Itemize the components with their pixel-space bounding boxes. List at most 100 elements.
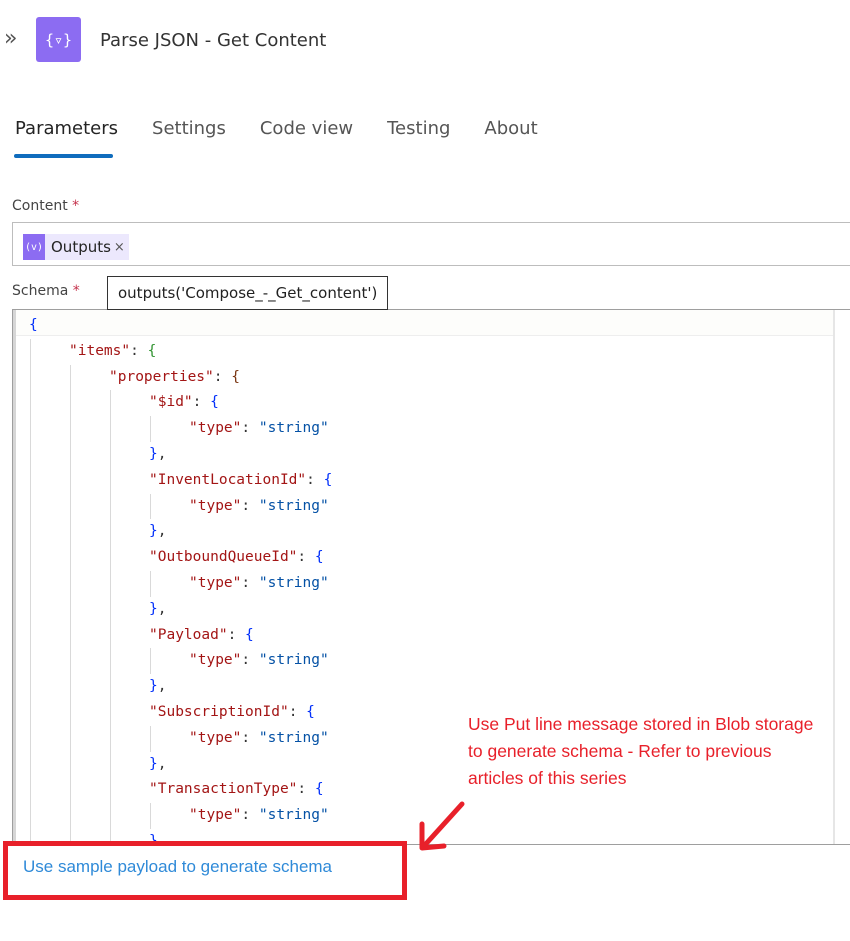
indent-guide [150, 416, 151, 442]
indent-guide [70, 570, 71, 597]
required-mark: * [72, 198, 80, 214]
indent-guide [70, 751, 71, 778]
code-line[interactable]: }, [29, 674, 332, 700]
generate-schema-link[interactable]: Use sample payload to generate schema [23, 857, 332, 877]
code-token: "Payload" [149, 626, 228, 643]
token-tooltip: outputs('Compose_-_Get_content') [107, 276, 389, 310]
indent-guide [30, 416, 31, 442]
indent-guide [30, 803, 31, 829]
code-line[interactable]: "items": { [29, 338, 332, 365]
action-title[interactable]: Parse JSON - Get Content [100, 30, 326, 51]
code-token: , [157, 600, 167, 617]
code-line[interactable]: { [29, 313, 332, 339]
code-text: "TransactionType": { [29, 781, 324, 797]
tab-about[interactable]: About [484, 118, 537, 139]
indent-guide [30, 441, 31, 468]
code-content[interactable]: { "items": { "properties": { "$id": { "type"… [29, 313, 332, 844]
token-label: Outputs [51, 238, 111, 256]
content-label: Content * [12, 198, 79, 214]
code-text: "type": "string" [29, 730, 329, 746]
indent-guide [70, 725, 71, 752]
tab-code-view[interactable]: Code view [260, 118, 353, 139]
indent-guide [110, 493, 111, 520]
code-token: : [241, 652, 259, 669]
close-icon[interactable]: × [111, 240, 129, 255]
editor-scrollbar-track[interactable] [833, 310, 835, 844]
code-token: "type" [189, 807, 242, 824]
indent-guide [70, 674, 71, 700]
code-token: "TransactionType" [149, 781, 298, 798]
indent-guide [70, 596, 71, 623]
indent-guide [110, 803, 111, 829]
code-line[interactable]: "type": "string" [29, 570, 332, 597]
indent-guide [30, 699, 31, 726]
code-line[interactable]: }, [29, 751, 332, 778]
code-token: "items" [69, 342, 131, 359]
indent-guide [110, 390, 111, 417]
code-token: "string" [258, 652, 329, 669]
code-token: : [297, 549, 315, 566]
code-text: }, [29, 601, 166, 617]
editor-gutter [13, 310, 16, 844]
indent-guide [70, 364, 71, 391]
tab-list: Parameters Settings Code view Testing Ab… [15, 118, 572, 139]
code-line[interactable]: "Payload": { [29, 622, 332, 649]
code-token: : [130, 342, 148, 359]
tab-settings[interactable]: Settings [152, 118, 226, 139]
double-chevron-right-icon[interactable]: » [4, 28, 22, 50]
tab-testing[interactable]: Testing [387, 118, 450, 139]
code-text: "properties": { [29, 369, 240, 385]
code-token: : [241, 574, 259, 591]
code-token: "string" [258, 807, 329, 824]
indent-guide [110, 699, 111, 726]
tab-parameters[interactable]: Parameters [15, 118, 118, 139]
schema-label: Schema * [12, 283, 80, 299]
code-line[interactable]: "OutboundQueueId": { [29, 545, 332, 571]
code-token: { [323, 471, 333, 488]
code-text: "InventLocationId": { [29, 472, 332, 488]
code-text: }, [29, 678, 166, 694]
code-token: "type" [189, 729, 242, 746]
code-token: "type" [189, 497, 242, 514]
code-text: "SubscriptionId": { [29, 704, 315, 720]
indent-guide [30, 390, 31, 417]
code-text: "type": "string" [29, 498, 329, 514]
code-line[interactable]: "type": "string" [29, 416, 332, 442]
code-line[interactable]: "InventLocationId": { [29, 467, 332, 494]
code-token: "string" [258, 420, 329, 437]
indent-guide [110, 519, 111, 546]
indent-guide [110, 648, 111, 675]
code-line[interactable]: "properties": { [29, 364, 332, 391]
active-tab-indicator [14, 154, 113, 158]
code-token: "type" [189, 420, 242, 437]
indent-guide [70, 416, 71, 442]
indent-guide [70, 648, 71, 675]
code-line[interactable]: "SubscriptionId": { [29, 699, 332, 726]
code-text: "items": { [29, 343, 156, 359]
code-text: "$id": { [29, 394, 219, 410]
code-token: { [314, 781, 324, 798]
code-line[interactable]: }, [29, 441, 332, 468]
code-line[interactable]: "TransactionType": { [29, 777, 332, 804]
indent-guide [110, 622, 111, 649]
code-line[interactable]: "$id": { [29, 390, 332, 417]
code-line[interactable]: }, [29, 519, 332, 546]
code-line[interactable]: "type": "string" [29, 803, 332, 829]
indent-guide [30, 467, 31, 494]
code-token: } [149, 678, 158, 695]
indent-guide [70, 777, 71, 804]
outputs-token[interactable]: (v) Outputs × [23, 234, 129, 260]
indent-guide [150, 648, 151, 675]
indent-guide [110, 545, 111, 571]
code-text: "Payload": { [29, 627, 254, 643]
code-line[interactable]: }, [29, 596, 332, 623]
code-text: }, [29, 446, 166, 462]
indent-guide [110, 751, 111, 778]
code-line[interactable]: "type": "string" [29, 725, 332, 752]
code-line[interactable]: "type": "string" [29, 648, 332, 675]
code-token: : [192, 394, 211, 411]
code-line[interactable]: "type": "string" [29, 493, 332, 520]
code-token: , [157, 755, 167, 772]
content-input[interactable]: (v) Outputs × [12, 222, 850, 266]
indent-guide [30, 777, 31, 804]
